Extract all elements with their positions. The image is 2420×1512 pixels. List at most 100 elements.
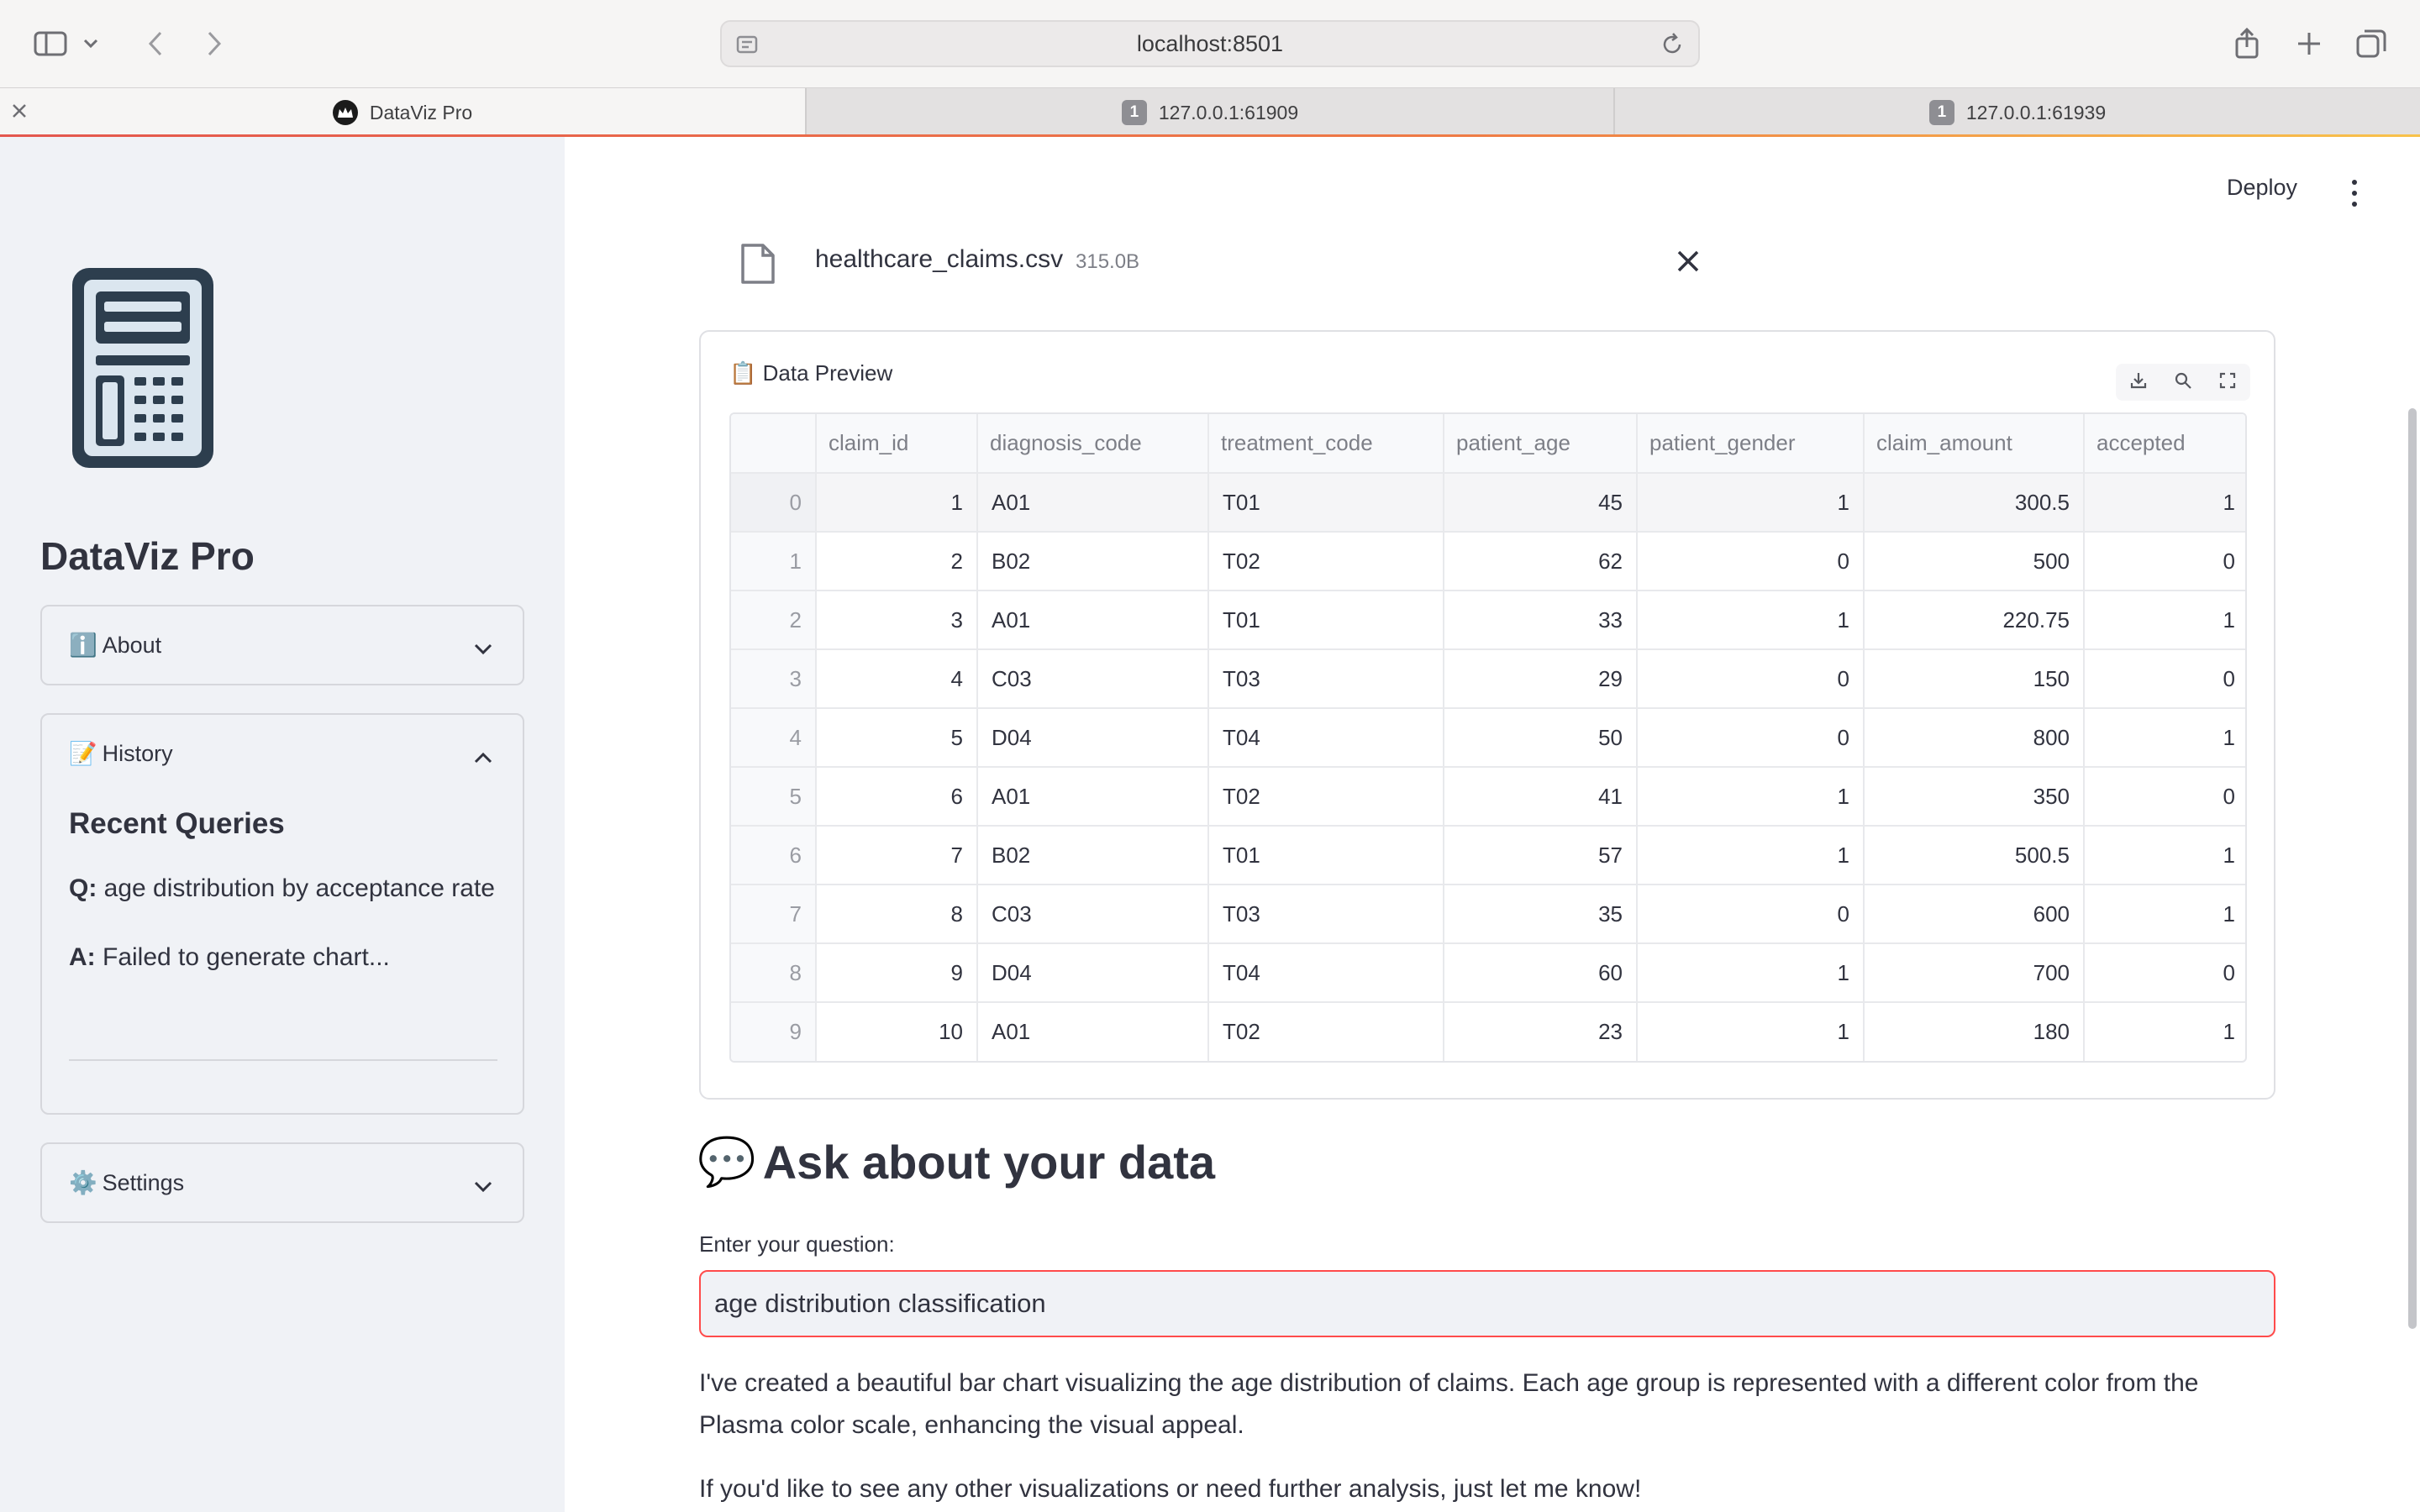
table-cell[interactable]: T01: [1208, 473, 1444, 533]
tab-dataviz[interactable]: DataViz Pro: [0, 88, 805, 137]
data-preview-title[interactable]: 📋 Data Preview: [729, 360, 892, 386]
table-cell[interactable]: 7: [816, 826, 978, 885]
table-row[interactable]: 7 8 C03 T03 35 0 600 1: [731, 885, 2245, 944]
dataframe-grid[interactable]: claim_id diagnosis_code treatment_code p…: [729, 412, 2247, 1063]
table-cell[interactable]: 1: [2084, 1002, 2245, 1061]
table-cell[interactable]: 150: [1864, 649, 2085, 709]
table-cell[interactable]: B02: [977, 826, 1209, 885]
table-cell[interactable]: 1: [1637, 473, 1865, 533]
table-cell[interactable]: 9: [816, 943, 978, 1003]
table-cell[interactable]: 2: [816, 532, 978, 591]
table-row[interactable]: 2 3 A01 T01 33 1 220.75 1: [731, 591, 2245, 650]
reload-icon[interactable]: [1660, 32, 1685, 61]
table-cell[interactable]: A01: [977, 473, 1209, 533]
table-cell[interactable]: 500: [1864, 532, 2085, 591]
table-cell[interactable]: 60: [1444, 943, 1638, 1003]
table-cell[interactable]: 1: [2084, 885, 2245, 944]
table-cell[interactable]: T02: [1208, 532, 1444, 591]
table-cell[interactable]: A01: [977, 591, 1209, 650]
table-cell[interactable]: 1: [2084, 473, 2245, 533]
close-tab-icon[interactable]: [10, 102, 29, 125]
table-cell[interactable]: T03: [1208, 649, 1444, 709]
table-cell[interactable]: 29: [1444, 649, 1638, 709]
table-row[interactable]: 9 10 A01 T02 23 1 180 1: [731, 1002, 2245, 1061]
table-cell[interactable]: 1: [2084, 591, 2245, 650]
table-cell[interactable]: 3: [816, 591, 978, 650]
settings-expander-header[interactable]: ⚙️ Settings: [42, 1144, 523, 1221]
table-cell[interactable]: T04: [1208, 943, 1444, 1003]
table-cell[interactable]: 1: [2084, 826, 2245, 885]
remove-file-icon[interactable]: [1676, 249, 1701, 278]
column-header[interactable]: claim_amount: [1864, 414, 2085, 474]
table-cell[interactable]: T01: [1208, 826, 1444, 885]
table-cell[interactable]: 1: [1637, 1002, 1865, 1061]
table-row[interactable]: 6 7 B02 T01 57 1 500.5 1: [731, 826, 2245, 885]
forward-icon[interactable]: [189, 18, 239, 69]
about-expander-header[interactable]: ℹ️ About: [42, 606, 523, 684]
table-cell[interactable]: 1: [1637, 591, 1865, 650]
table-cell[interactable]: C03: [977, 885, 1209, 944]
table-cell[interactable]: 41: [1444, 767, 1638, 827]
table-cell[interactable]: T03: [1208, 885, 1444, 944]
table-cell[interactable]: 10: [816, 1002, 978, 1061]
table-cell[interactable]: 220.75: [1864, 591, 2085, 650]
tab-127-0-0-1-61939[interactable]: 1 127.0.0.1:61939: [1613, 88, 2420, 137]
table-cell[interactable]: 1: [1637, 767, 1865, 827]
table-row[interactable]: 1 2 B02 T02 62 0 500 0: [731, 532, 2245, 591]
column-header[interactable]: accepted: [2084, 414, 2245, 474]
table-row[interactable]: 0 1 A01 T01 45 1 300.5 1: [731, 473, 2245, 533]
column-header[interactable]: patient_age: [1444, 414, 1638, 474]
table-cell[interactable]: 8: [816, 885, 978, 944]
table-cell[interactable]: 4: [816, 649, 978, 709]
table-cell[interactable]: 300.5: [1864, 473, 2085, 533]
tab-overview-icon[interactable]: [2346, 18, 2396, 69]
table-cell[interactable]: 1: [816, 473, 978, 533]
table-cell[interactable]: T01: [1208, 591, 1444, 650]
chevron-down-icon[interactable]: [74, 18, 108, 69]
table-cell[interactable]: 600: [1864, 885, 2085, 944]
table-cell[interactable]: T02: [1208, 1002, 1444, 1061]
table-cell[interactable]: 180: [1864, 1002, 2085, 1061]
column-header[interactable]: diagnosis_code: [977, 414, 1209, 474]
table-cell[interactable]: 0: [1637, 708, 1865, 768]
new-tab-icon[interactable]: [2284, 18, 2334, 69]
table-row[interactable]: 8 9 D04 T04 60 1 700 0: [731, 943, 2245, 1003]
table-cell[interactable]: 350: [1864, 767, 2085, 827]
table-cell[interactable]: 6: [816, 767, 978, 827]
table-cell[interactable]: D04: [977, 708, 1209, 768]
column-header[interactable]: claim_id: [816, 414, 978, 474]
search-icon[interactable]: [2174, 371, 2192, 394]
table-cell[interactable]: 45: [1444, 473, 1638, 533]
table-cell[interactable]: 800: [1864, 708, 2085, 768]
table-cell[interactable]: 35: [1444, 885, 1638, 944]
table-cell[interactable]: 0: [2084, 943, 2245, 1003]
table-cell[interactable]: 500.5: [1864, 826, 2085, 885]
table-cell[interactable]: 5: [816, 708, 978, 768]
table-cell[interactable]: 23: [1444, 1002, 1638, 1061]
table-cell[interactable]: 0: [2084, 532, 2245, 591]
table-cell[interactable]: 62: [1444, 532, 1638, 591]
table-row[interactable]: 5 6 A01 T02 41 1 350 0: [731, 767, 2245, 827]
address-bar[interactable]: localhost:8501: [720, 20, 1700, 67]
table-row[interactable]: 4 5 D04 T04 50 0 800 1: [731, 708, 2245, 768]
history-expander[interactable]: 📝 History Recent Queries Q: age distribu…: [40, 713, 524, 1115]
settings-expander[interactable]: ⚙️ Settings: [40, 1142, 524, 1223]
question-input[interactable]: [699, 1270, 2275, 1337]
scrollbar[interactable]: [2408, 408, 2417, 1329]
download-icon[interactable]: [2129, 371, 2148, 394]
table-cell[interactable]: B02: [977, 532, 1209, 591]
table-cell[interactable]: 700: [1864, 943, 2085, 1003]
history-expander-header[interactable]: 📝 History: [42, 715, 523, 792]
tab-127-0-0-1-61909[interactable]: 1 127.0.0.1:61909: [805, 88, 1613, 137]
table-cell[interactable]: A01: [977, 1002, 1209, 1061]
share-icon[interactable]: [2222, 18, 2272, 69]
table-cell[interactable]: 0: [2084, 649, 2245, 709]
column-header[interactable]: patient_gender: [1637, 414, 1865, 474]
table-cell[interactable]: T04: [1208, 708, 1444, 768]
table-cell[interactable]: 1: [1637, 826, 1865, 885]
table-cell[interactable]: 1: [1637, 943, 1865, 1003]
column-header[interactable]: [731, 414, 817, 474]
table-cell[interactable]: 57: [1444, 826, 1638, 885]
column-header[interactable]: treatment_code: [1208, 414, 1444, 474]
table-cell[interactable]: 33: [1444, 591, 1638, 650]
